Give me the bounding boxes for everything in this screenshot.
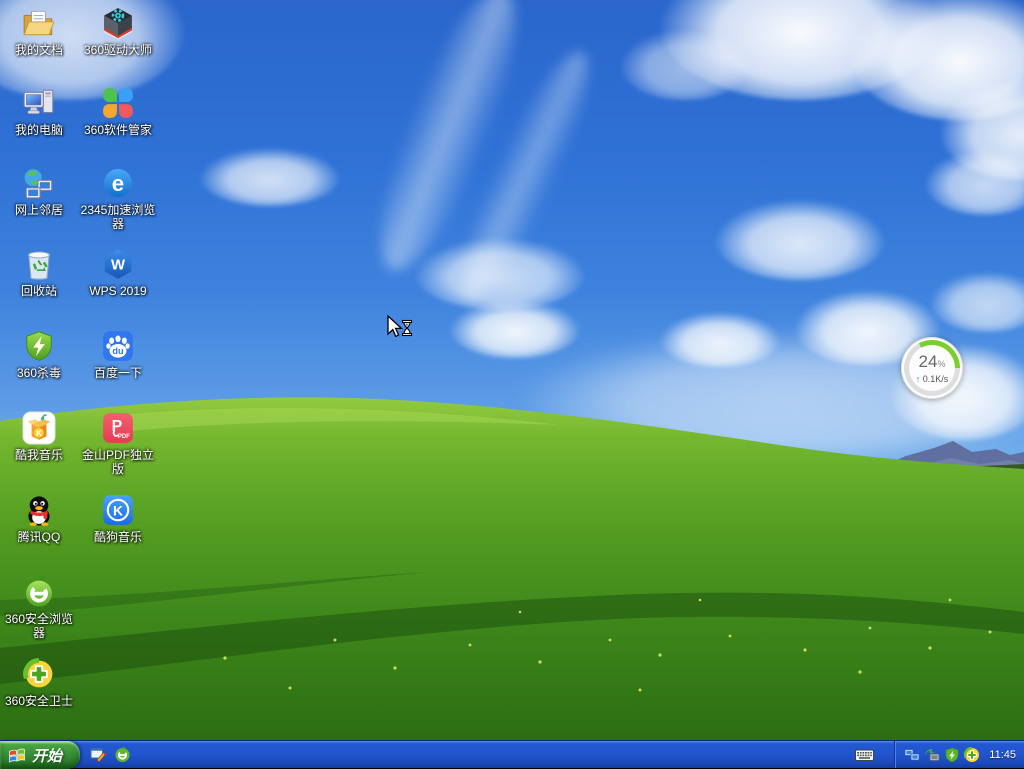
start-button[interactable]: 开始 bbox=[0, 741, 81, 769]
svg-text:K: K bbox=[36, 429, 42, 438]
desktop-icon-wps-2019[interactable]: W WPS 2019 bbox=[79, 247, 157, 300]
icon-label: 360软件管家 bbox=[83, 123, 153, 137]
taskbar: 开始 11:45 bbox=[0, 740, 1024, 769]
tray-driver-master-icon[interactable] bbox=[924, 747, 940, 763]
windows-logo-icon bbox=[9, 748, 25, 763]
desktop-icon-kugou-music[interactable]: K 酷狗音乐 bbox=[79, 493, 157, 546]
desktop-icon-recycle-bin[interactable]: 回收站 bbox=[0, 247, 78, 300]
icon-label: 腾讯QQ bbox=[17, 530, 61, 544]
desktop-icon-360-antivirus[interactable]: 360杀毒 bbox=[0, 329, 78, 382]
my-documents-icon bbox=[23, 10, 55, 36]
icon-label: 360安全浏览器 bbox=[4, 612, 74, 640]
icon-label: 金山PDF独立版 bbox=[81, 448, 154, 476]
taskbar-clock[interactable]: 11:45 bbox=[989, 749, 1016, 761]
desktop-icon-360-secure-browser[interactable]: 360安全浏览器 bbox=[0, 575, 78, 642]
my-computer-icon bbox=[23, 89, 54, 114]
icon-label: WPS 2019 bbox=[89, 284, 147, 298]
2345-browser-icon: e bbox=[103, 168, 133, 198]
system-tray: 11:45 bbox=[894, 741, 1024, 768]
icon-label: 360杀毒 bbox=[16, 366, 62, 380]
desktop-icon-kingsoft-pdf[interactable]: P PDF 金山PDF独立版 bbox=[79, 411, 157, 478]
desktop-icon-360-driver-master[interactable]: 360驱动大师 bbox=[79, 6, 157, 59]
tray-safety-guard-icon[interactable] bbox=[964, 746, 980, 763]
icon-label: 百度一下 bbox=[93, 366, 142, 380]
tray-antivirus-icon[interactable] bbox=[944, 747, 960, 763]
recycle-bin-icon bbox=[28, 251, 50, 280]
taskbar-empty-area bbox=[139, 741, 851, 768]
progress-ring: 24% ↑ 0.1K/s bbox=[904, 340, 960, 396]
desktop-icon-network-places[interactable]: 网上邻居 bbox=[0, 166, 78, 219]
kuwo-music-icon: K bbox=[22, 411, 56, 445]
start-button-label: 开始 bbox=[32, 747, 63, 765]
quick-launch-bar bbox=[80, 741, 139, 768]
desktop-icon-tencent-qq[interactable]: 腾讯QQ bbox=[0, 493, 78, 546]
icon-label: 回收站 bbox=[20, 284, 57, 298]
desktop-icon-baidu[interactable]: du 百度一下 bbox=[79, 329, 157, 382]
icon-label: 网上邻居 bbox=[14, 203, 63, 217]
icon-label: 2345加速浏览器 bbox=[80, 203, 156, 231]
tencent-qq-icon bbox=[28, 496, 50, 527]
mouse-cursor bbox=[387, 315, 413, 338]
upload-speed: ↑ 0.1K/s bbox=[915, 373, 949, 384]
desktop-icon-my-documents[interactable]: 我的文档 bbox=[0, 6, 78, 59]
network-speed-widget[interactable]: 24% ↑ 0.1K/s bbox=[901, 337, 963, 399]
360-antivirus-icon bbox=[26, 331, 52, 361]
svg-text:e: e bbox=[112, 171, 124, 196]
desktop-icon-360-software-manager[interactable]: 360软件管家 bbox=[79, 86, 157, 139]
svg-text:du: du bbox=[112, 346, 123, 356]
network-places-icon bbox=[23, 168, 53, 199]
kingsoft-pdf-icon: P PDF bbox=[103, 413, 133, 443]
360-software-manager-icon bbox=[103, 88, 133, 118]
kugou-music-icon: K bbox=[103, 495, 133, 525]
360-secure-browser-icon bbox=[26, 576, 52, 607]
icon-label: 我的电脑 bbox=[14, 123, 63, 137]
svg-text:PDF: PDF bbox=[118, 434, 130, 440]
quick-launch-360-browser-icon[interactable] bbox=[114, 746, 131, 763]
keyboard-icon bbox=[855, 749, 875, 761]
icon-label: 360安全卫士 bbox=[4, 694, 74, 708]
icon-label: 酷狗音乐 bbox=[93, 530, 142, 544]
upload-arrow-icon: ↑ bbox=[915, 373, 921, 384]
show-desktop-icon[interactable] bbox=[90, 746, 107, 763]
icon-label: 酷我音乐 bbox=[14, 448, 63, 462]
tray-network-icon[interactable] bbox=[904, 747, 920, 763]
memory-percent: 24% bbox=[918, 351, 946, 371]
baidu-icon: du bbox=[103, 331, 133, 361]
360-driver-master-icon bbox=[104, 8, 132, 40]
360-safety-guard-icon bbox=[23, 658, 53, 688]
desktop-icon-kuwo-music[interactable]: K 酷我音乐 bbox=[0, 411, 78, 464]
icon-label: 我的文档 bbox=[14, 43, 63, 57]
desktop-icon-2345-browser[interactable]: e 2345加速浏览器 bbox=[79, 166, 157, 233]
icon-label: 360驱动大师 bbox=[83, 43, 153, 57]
svg-text:K: K bbox=[113, 502, 123, 518]
desktop-icon-my-computer[interactable]: 我的电脑 bbox=[0, 86, 78, 139]
wps-2019-icon: W bbox=[104, 249, 132, 279]
desktop-icon-360-safety-guard[interactable]: 360安全卫士 bbox=[0, 657, 78, 710]
svg-text:W: W bbox=[111, 257, 126, 273]
input-method-indicator[interactable] bbox=[851, 741, 878, 768]
